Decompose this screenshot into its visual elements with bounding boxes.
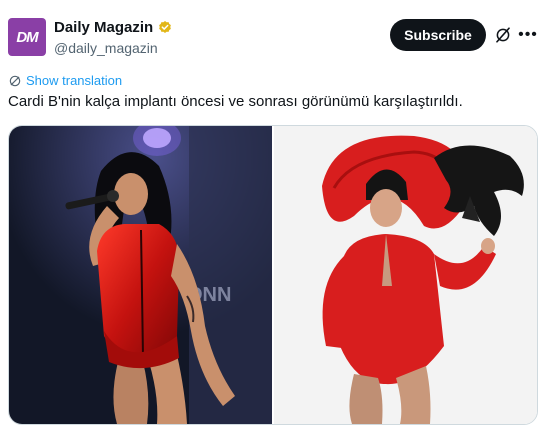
subscribe-button[interactable]: Subscribe — [390, 19, 486, 51]
avatar[interactable]: DM — [8, 18, 46, 56]
media-grid: ONN — [8, 125, 538, 425]
tweet-text: Cardi B'nin kalça implantı öncesi ve son… — [8, 93, 463, 110]
verified-badge-icon — [159, 20, 172, 33]
photo-after[interactable] — [274, 126, 537, 424]
grok-icon[interactable] — [494, 26, 512, 44]
author-name-row: Daily Magazin — [54, 19, 173, 36]
show-translation-label[interactable]: Show translation — [26, 73, 122, 88]
translate-icon — [9, 75, 21, 86]
display-name[interactable]: Daily Magazin — [54, 19, 153, 36]
show-translation-link[interactable]: Show translation — [8, 73, 122, 88]
more-icon[interactable]: ••• — [518, 25, 538, 45]
handle[interactable]: @daily_magazin — [54, 40, 158, 56]
photo-before[interactable]: ONN — [9, 126, 272, 424]
